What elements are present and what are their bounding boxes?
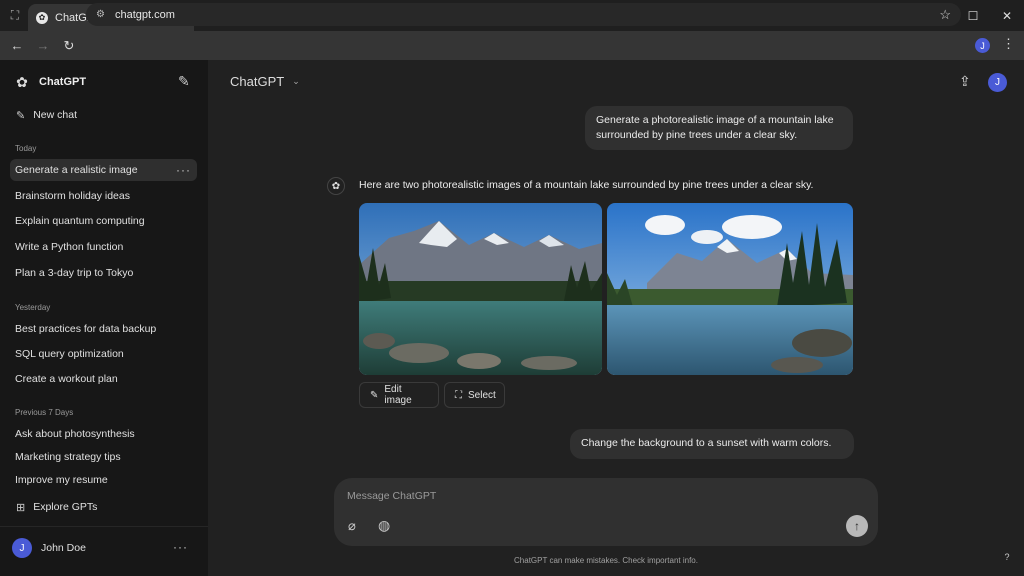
item-options-icon[interactable]: ···: [176, 163, 191, 177]
address-bar[interactable]: ⚙ chatgpt.com ☆: [86, 3, 961, 26]
mountain-lake-image-1: [359, 203, 602, 375]
sidebar-item-label: Plan a 3-day trip to Tokyo: [15, 267, 134, 279]
section-label-previous-7-days: Previous 7 Days: [15, 408, 74, 417]
sidebar-item-generate-image[interactable]: Generate a realistic image ···: [10, 159, 197, 181]
user-menu[interactable]: J John Doe ···: [0, 526, 208, 576]
edit-image-button[interactable]: ✎ Edit image: [359, 382, 439, 408]
browser-toolbar: ← → ↻: [0, 31, 1024, 60]
paperclip-icon[interactable]: ⌀: [348, 518, 356, 534]
help-button[interactable]: ?: [999, 549, 1015, 565]
user-avatar: J: [12, 538, 32, 558]
explore-gpts-label: Explore GPTs: [33, 501, 98, 513]
new-chat-button[interactable]: ✎ New chat: [10, 104, 198, 126]
sidebar-item-label: Explain quantum computing: [15, 215, 145, 227]
url-text: chatgpt.com: [114, 8, 175, 21]
chatgpt-favicon-icon: ✿: [36, 11, 48, 24]
disclaimer-text: ChatGPT can make mistakes. Check importa…: [514, 556, 698, 565]
edit-image-label: Edit image: [384, 384, 412, 406]
new-chat-edit-icon[interactable]: ✎: [178, 73, 190, 90]
sidebar-item-label: Marketing strategy tips: [15, 451, 121, 463]
sidebar-item-workout[interactable]: Create a workout plan: [10, 368, 197, 390]
user-message: Generate a photorealistic image of a mou…: [585, 106, 853, 150]
section-label-today: Today: [15, 144, 37, 153]
sidebar-item-sql[interactable]: SQL query optimization: [10, 343, 197, 365]
select-button[interactable]: ⛶ Select: [444, 382, 505, 408]
pencil-icon: ✎: [370, 389, 379, 401]
compose-icon: ✎: [16, 109, 26, 122]
sidebar-item-resume[interactable]: Improve my resume: [10, 469, 197, 491]
grid-icon: ⊞: [16, 501, 26, 514]
user-options-icon[interactable]: ···: [173, 540, 188, 554]
bookmark-star-icon[interactable]: ☆: [939, 7, 951, 23]
assistant-avatar-icon: ✿: [327, 177, 345, 195]
reload-button[interactable]: ↻: [56, 31, 82, 60]
tab-search-icon[interactable]: ⛶: [0, 0, 30, 31]
user-message: Change the background to a sunset with w…: [570, 429, 854, 459]
sidebar-item-label: Ask about photosynthesis: [15, 428, 135, 440]
generated-image-1[interactable]: [359, 203, 602, 375]
forward-button[interactable]: →: [30, 31, 56, 60]
browser-window: ⛶ ✿ ChatGPT ✕ + — ☐ ✕ ← → ↻ ⚙ chatgpt.co…: [0, 0, 1024, 576]
maximize-button[interactable]: ☐: [956, 0, 990, 31]
select-label: Select: [468, 389, 496, 401]
sidebar-item-label: SQL query optimization: [15, 348, 124, 360]
sidebar-item-marketing[interactable]: Marketing strategy tips: [10, 446, 197, 468]
sidebar: ✿ ChatGPT ✎ ✎ New chat Today Generate a …: [0, 60, 208, 576]
user-name: John Doe: [41, 542, 86, 554]
sidebar-item-python[interactable]: Write a Python function: [10, 236, 197, 258]
chevron-down-icon: ⌄: [292, 76, 300, 86]
assistant-message: Here are two photorealistic images of a …: [359, 179, 814, 191]
chatgpt-logo-icon: ✿: [16, 74, 28, 90]
sidebar-item-tokyo[interactable]: Plan a 3-day trip to Tokyo: [10, 262, 197, 284]
account-avatar[interactable]: J: [988, 73, 1007, 92]
sidebar-item-label: Best practices for data backup: [15, 323, 157, 335]
sidebar-item-label: Brainstorm holiday ideas: [15, 190, 130, 202]
browser-profile-avatar[interactable]: J: [975, 38, 990, 53]
sidebar-item-label: Create a workout plan: [15, 373, 118, 385]
close-window-button[interactable]: ✕: [990, 0, 1024, 31]
sidebar-item-label: Write a Python function: [15, 241, 124, 253]
send-button[interactable]: ↑: [846, 515, 868, 537]
sidebar-item-label: Improve my resume: [15, 474, 108, 486]
select-frame-icon: ⛶: [455, 389, 462, 401]
message-input[interactable]: [347, 488, 827, 504]
section-label-yesterday: Yesterday: [15, 303, 51, 312]
sidebar-item-label: Generate a realistic image: [15, 164, 138, 176]
chat-main: ChatGPT ⌄ ⇪ J Generate a photorealistic …: [208, 60, 1024, 576]
sidebar-item-photosynthesis[interactable]: Ask about photosynthesis: [10, 423, 197, 445]
sidebar-title: ChatGPT: [39, 76, 87, 88]
model-selector[interactable]: ChatGPT ⌄: [230, 74, 300, 89]
browser-menu-icon[interactable]: ⋮: [1002, 36, 1015, 52]
share-icon[interactable]: ⇪: [959, 73, 971, 90]
sidebar-item-quantum[interactable]: Explain quantum computing: [10, 210, 197, 232]
sidebar-item-brainstorm[interactable]: Brainstorm holiday ideas: [10, 185, 197, 207]
message-composer: ⌀ ◍ ↑: [334, 478, 878, 546]
generated-image-2[interactable]: [607, 203, 853, 375]
sidebar-header: ✿ ChatGPT ✎: [0, 60, 208, 104]
explore-gpts-button[interactable]: ⊞ Explore GPTs: [10, 496, 198, 518]
site-info-icon[interactable]: ⚙: [96, 9, 105, 20]
back-button[interactable]: ←: [4, 31, 30, 60]
sidebar-item-backup[interactable]: Best practices for data backup: [10, 318, 197, 340]
globe-icon[interactable]: ◍: [378, 517, 390, 534]
model-name: ChatGPT: [230, 74, 285, 89]
new-chat-label: New chat: [33, 109, 77, 121]
mountain-lake-image-2: [607, 203, 853, 375]
